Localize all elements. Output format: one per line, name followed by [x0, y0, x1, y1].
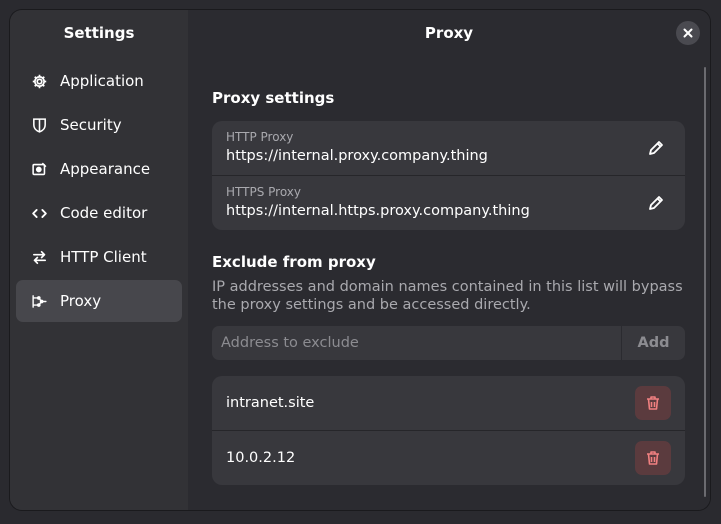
delete-button[interactable] — [635, 441, 671, 475]
close-button[interactable] — [676, 21, 700, 45]
shield-icon — [30, 116, 48, 134]
gear-icon — [30, 72, 48, 90]
exclusion-address: intranet.site — [226, 395, 315, 411]
edit-http-proxy-button[interactable] — [645, 137, 667, 159]
sidebar: Settings Application Security Appearance… — [10, 10, 188, 510]
http-proxy-row: HTTP Proxy https://internal.proxy.compan… — [212, 121, 685, 175]
exclusion-list: intranet.site 10.0.2.12 — [212, 376, 685, 485]
exclude-description: IP addresses and domain names contained … — [212, 279, 683, 313]
sidebar-item-label: Code editor — [60, 204, 148, 222]
trash-icon — [647, 396, 659, 410]
sidebar-item-appearance[interactable]: Appearance — [16, 148, 182, 190]
sidebar-item-http-client[interactable]: HTTP Client — [16, 236, 182, 278]
header-bar: Proxy — [188, 10, 710, 56]
trash-icon — [647, 451, 659, 465]
add-exclusion-row: Add — [212, 326, 685, 360]
settings-scroll-area: Proxy settings HTTP Proxy https://intern… — [212, 88, 685, 485]
sidebar-item-proxy[interactable]: Proxy — [16, 280, 182, 322]
close-icon — [683, 28, 693, 38]
proxy-settings-card: HTTP Proxy https://internal.proxy.compan… — [212, 121, 685, 230]
https-proxy-label: HTTPS Proxy — [226, 185, 302, 199]
sidebar-item-label: Appearance — [60, 160, 151, 178]
exclusion-address: 10.0.2.12 — [226, 450, 296, 466]
code-icon — [30, 204, 48, 222]
content-pane: Proxy Proxy settings HTTP Proxy https://… — [188, 10, 710, 510]
add-button[interactable]: Add — [621, 326, 685, 360]
sidebar-item-label: Proxy — [60, 292, 102, 310]
pencil-icon — [649, 196, 663, 210]
http-proxy-label: HTTP Proxy — [226, 130, 294, 144]
sidebar-item-label: Application — [60, 72, 144, 90]
page-title: Proxy — [424, 24, 474, 42]
edit-https-proxy-button[interactable] — [645, 192, 667, 214]
address-to-exclude-input[interactable] — [212, 326, 621, 360]
http-proxy-value: https://internal.proxy.company.thing — [226, 148, 488, 164]
scrollbar[interactable] — [704, 67, 706, 497]
sidebar-item-application[interactable]: Application — [16, 60, 182, 102]
sidebar-nav: Application Security Appearance Code edi… — [10, 60, 188, 322]
https-proxy-value: https://internal.https.proxy.company.thi… — [226, 203, 530, 219]
sidebar-item-code-editor[interactable]: Code editor — [16, 192, 182, 234]
preferences-window: Settings Application Security Appearance… — [10, 10, 710, 510]
sidebar-item-label: HTTP Client — [60, 248, 147, 266]
exclude-heading: Exclude from proxy — [212, 253, 376, 271]
sidebar-title: Settings — [63, 24, 135, 42]
sidebar-item-label: Security — [60, 116, 122, 134]
sidebar-item-security[interactable]: Security — [16, 104, 182, 146]
arrows-swap-icon — [30, 248, 48, 266]
list-item: 10.0.2.12 — [212, 430, 685, 485]
pencil-icon — [649, 141, 663, 155]
delete-button[interactable] — [635, 386, 671, 420]
proxy-settings-heading: Proxy settings — [212, 89, 335, 107]
list-item: intranet.site — [212, 376, 685, 430]
https-proxy-row: HTTPS Proxy https://internal.https.proxy… — [212, 175, 685, 230]
proxy-icon — [30, 292, 48, 310]
appearance-icon — [30, 160, 48, 178]
